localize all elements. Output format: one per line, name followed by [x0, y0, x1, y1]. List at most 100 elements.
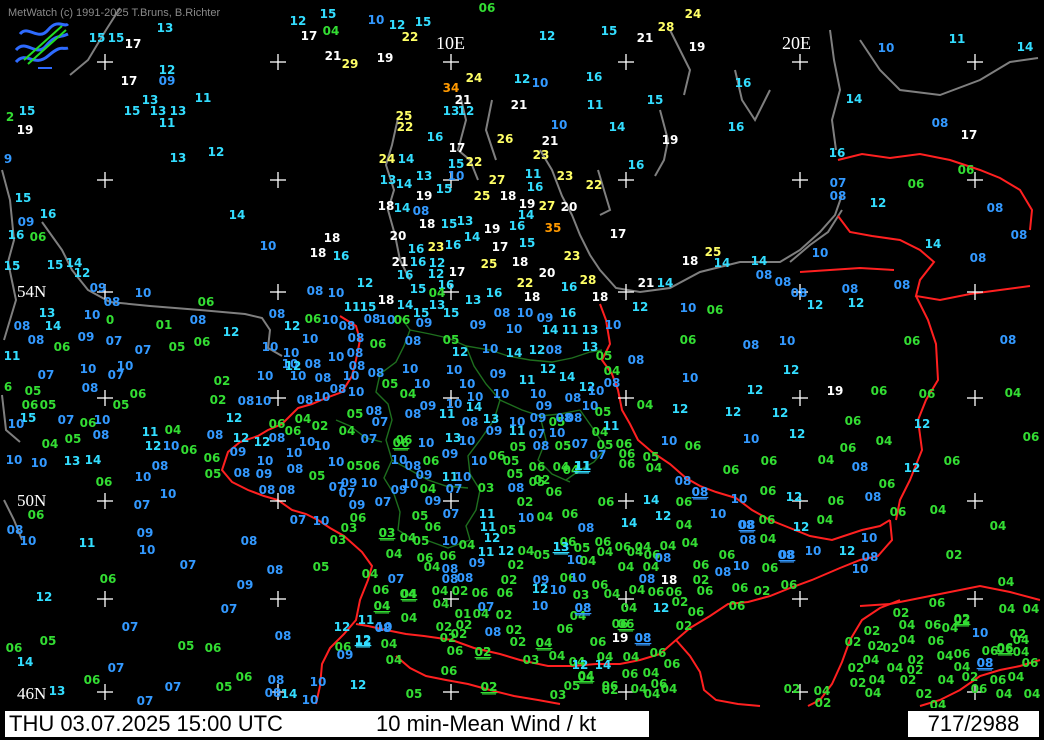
station-wind-value: 18	[500, 189, 517, 203]
station-wind-value: 10	[322, 313, 339, 327]
station-wind-value: 06	[890, 505, 907, 519]
station-wind-value: 08	[93, 428, 110, 442]
station-wind-value: 04	[459, 538, 476, 552]
station-wind-value: 15	[19, 104, 36, 118]
station-wind-value: 10	[680, 301, 697, 315]
station-wind-value: 02	[501, 573, 518, 587]
station-wind-value: 08	[842, 282, 859, 296]
grid-cross-16	[618, 284, 634, 300]
station-wind-value: 14	[394, 201, 411, 215]
station-wind-value: 12	[350, 678, 367, 692]
station-wind-value: 08	[238, 394, 255, 408]
grid-cross-14	[270, 284, 286, 300]
station-wind-value: 08	[241, 534, 258, 548]
station-wind-value: 04	[646, 461, 663, 475]
station-wind-value: 08	[207, 428, 224, 442]
station-wind-value: 04	[401, 611, 418, 625]
station-wind-value: 08	[565, 391, 582, 405]
station-wind-value: 12	[672, 402, 689, 416]
station-wind-value: 04	[381, 637, 398, 651]
station-wind-value: 04	[760, 532, 777, 546]
station-wind-value: 06	[22, 398, 39, 412]
station-wind-value: 09	[442, 447, 459, 461]
country-border-8	[799, 266, 895, 273]
station-wind-value: 06	[394, 313, 411, 327]
station-wind-value: 09	[530, 411, 547, 425]
station-wind-value: 06	[194, 335, 211, 349]
station-wind-value-underlined: 08	[692, 485, 709, 499]
station-wind-value: 12	[498, 544, 515, 558]
station-wind-value: 12	[783, 363, 800, 377]
station-wind-value: 25	[474, 189, 491, 203]
station-wind-value: 08	[297, 393, 314, 407]
station-wind-value: 13	[380, 173, 397, 187]
grid-cross-39	[443, 684, 459, 700]
station-wind-value: 11	[479, 507, 496, 521]
station-wind-value: 16	[735, 76, 752, 90]
station-wind-value: 13	[416, 169, 433, 183]
station-wind-value: 06	[1023, 430, 1040, 444]
station-wind-value: 06	[622, 667, 639, 681]
station-wind-value: 08	[865, 490, 882, 504]
station-wind-value: 27	[539, 199, 556, 213]
station-wind-value: 08	[715, 565, 732, 579]
metwatch-logo[interactable]	[12, 20, 70, 72]
station-wind-value: 04	[876, 434, 893, 448]
station-wind-value: 04	[621, 601, 638, 615]
station-wind-value: 10	[549, 426, 566, 440]
latitude-label-46n: 46N	[17, 684, 47, 703]
grid-cross-7	[97, 172, 113, 188]
station-wind-value: 09	[420, 399, 437, 413]
station-wind-value: 07	[135, 343, 152, 357]
station-wind-value: 11	[142, 425, 159, 439]
country-border-6	[837, 152, 1034, 231]
wind-map[interactable]: 13 12 15 10 12 1506 2415 15 1717 04 22 12 15 212819 10…	[0, 0, 1044, 710]
station-wind-value: 02	[210, 393, 227, 407]
station-wind-value: 16	[560, 306, 577, 320]
station-wind-value: 12	[793, 520, 810, 534]
station-wind-value: 07	[180, 558, 197, 572]
station-wind-value: 10	[605, 318, 622, 332]
station-wind-value: 08	[305, 357, 322, 371]
station-wind-value: 06	[472, 586, 489, 600]
station-wind-value: 18	[682, 254, 699, 268]
station-wind-value: 16	[8, 228, 25, 242]
station-wind-value: 12	[226, 411, 243, 425]
station-wind-value: 19	[17, 123, 34, 137]
station-wind-value: 15	[320, 7, 337, 21]
station-wind-value: 23	[564, 249, 581, 263]
station-wind-value: 02	[868, 639, 885, 653]
station-wind-value: 06	[958, 163, 975, 177]
station-wind-value: 15	[436, 182, 453, 196]
station-wind-value: 11	[344, 300, 361, 314]
station-wind-value: 11	[439, 407, 456, 421]
station-wind-value: 10	[779, 334, 796, 348]
station-wind-value: 09	[237, 578, 254, 592]
station-wind-value: 14	[397, 298, 414, 312]
station-wind-value: 08	[307, 284, 324, 298]
latitude-label-54n: 54N	[17, 282, 47, 301]
station-wind-value: 16	[728, 120, 745, 134]
station-wind-value: 28	[658, 20, 675, 34]
station-wind-value: 04	[618, 560, 635, 574]
station-wind-value: 10	[812, 246, 829, 260]
station-wind-value: 18	[524, 290, 541, 304]
station-wind-value: 10	[163, 439, 180, 453]
station-wind-value: 10	[314, 390, 331, 404]
station-wind-value: 14	[1017, 40, 1034, 54]
station-wind-value: 28	[580, 273, 597, 287]
station-wind-value: 15	[4, 259, 21, 273]
station-wind-value: 06	[447, 644, 464, 658]
station-wind-value: 10	[414, 377, 431, 391]
station-wind-value: 07	[372, 415, 389, 429]
longitude-label-10e: 10E	[436, 33, 465, 53]
station-wind-value: 07	[108, 661, 125, 675]
station-wind-value: 12	[284, 319, 301, 333]
station-wind-value: 06	[130, 387, 147, 401]
station-wind-value: 17	[961, 128, 978, 142]
station-wind-value: 11	[519, 373, 536, 387]
station-wind-value: 10	[6, 453, 23, 467]
station-wind-value: 12	[540, 362, 557, 376]
station-wind-value: 10	[972, 626, 989, 640]
station-wind-value-underlined: 06	[997, 641, 1014, 655]
